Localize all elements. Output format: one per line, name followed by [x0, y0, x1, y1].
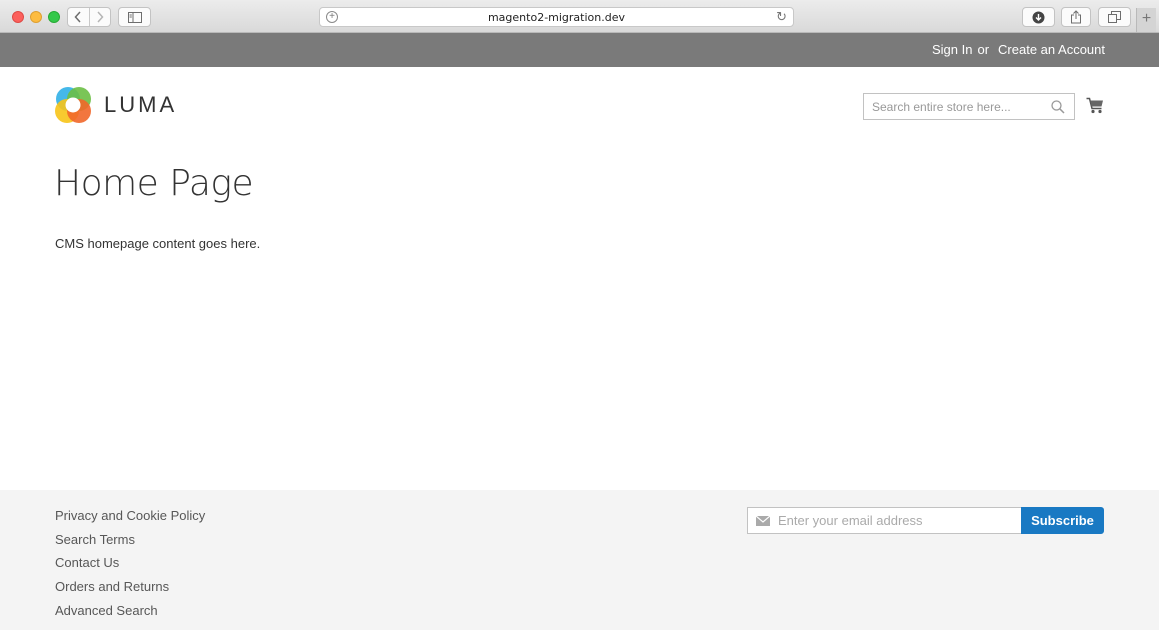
address-bar[interactable]: + magento2-migration.dev ↻ — [319, 7, 794, 27]
page-title: Home Page — [54, 163, 254, 204]
chevron-left-icon — [74, 11, 82, 23]
search-box — [863, 93, 1075, 120]
envelope-icon — [756, 516, 770, 526]
account-links: Sign In or Create an Account — [927, 42, 1105, 57]
footer-link-contact[interactable]: Contact Us — [55, 555, 205, 579]
footer-links: Privacy and Cookie Policy Search Terms C… — [55, 508, 205, 626]
new-tab-button[interactable]: + — [1136, 8, 1156, 32]
or-text: or — [977, 42, 990, 57]
footer-link-search-terms[interactable]: Search Terms — [55, 532, 205, 556]
footer-link-orders-returns[interactable]: Orders and Returns — [55, 579, 205, 603]
newsletter-form: Subscribe — [747, 507, 1104, 534]
search-input[interactable] — [864, 94, 1044, 119]
page-footer: Privacy and Cookie Policy Search Terms C… — [0, 490, 1159, 630]
share-icon — [1071, 10, 1081, 24]
newsletter-field — [747, 507, 1022, 534]
newsletter-email-input[interactable] — [778, 508, 1018, 533]
downloads-button[interactable] — [1022, 7, 1055, 27]
show-tabs-button[interactable] — [1098, 7, 1131, 27]
search-icon[interactable] — [1051, 100, 1065, 114]
shopping-cart-icon[interactable] — [1086, 97, 1104, 114]
minimize-window-button[interactable] — [30, 11, 42, 23]
maximize-window-button[interactable] — [48, 11, 60, 23]
footer-link-advanced-search[interactable]: Advanced Search — [55, 603, 205, 627]
luma-logo-icon — [55, 87, 91, 123]
logo-text: LUMA — [104, 92, 178, 117]
store-logo[interactable]: LUMA — [54, 86, 177, 124]
sign-in-link[interactable]: Sign In — [932, 42, 972, 57]
download-icon — [1032, 11, 1045, 23]
close-window-button[interactable] — [12, 11, 24, 23]
subscribe-button[interactable]: Subscribe — [1021, 507, 1104, 534]
browser-toolbar: + magento2-migration.dev ↻ + — [0, 0, 1159, 33]
sidebar-icon — [127, 11, 142, 23]
tabs-icon — [1108, 11, 1121, 23]
forward-button[interactable] — [88, 8, 110, 26]
footer-link-privacy[interactable]: Privacy and Cookie Policy — [55, 508, 205, 532]
chevron-right-icon — [97, 11, 104, 23]
header-panel: Sign In or Create an Account — [0, 33, 1159, 67]
create-account-link[interactable]: Create an Account — [998, 42, 1105, 57]
share-button[interactable] — [1061, 7, 1091, 27]
history-nav — [67, 7, 111, 27]
url-text: magento2-migration.dev — [487, 11, 626, 24]
sidebar-toggle-button[interactable] — [118, 7, 151, 27]
reload-icon[interactable]: ↻ — [776, 9, 787, 25]
cms-content: CMS homepage content goes here. — [55, 236, 261, 251]
back-button[interactable] — [68, 8, 89, 26]
